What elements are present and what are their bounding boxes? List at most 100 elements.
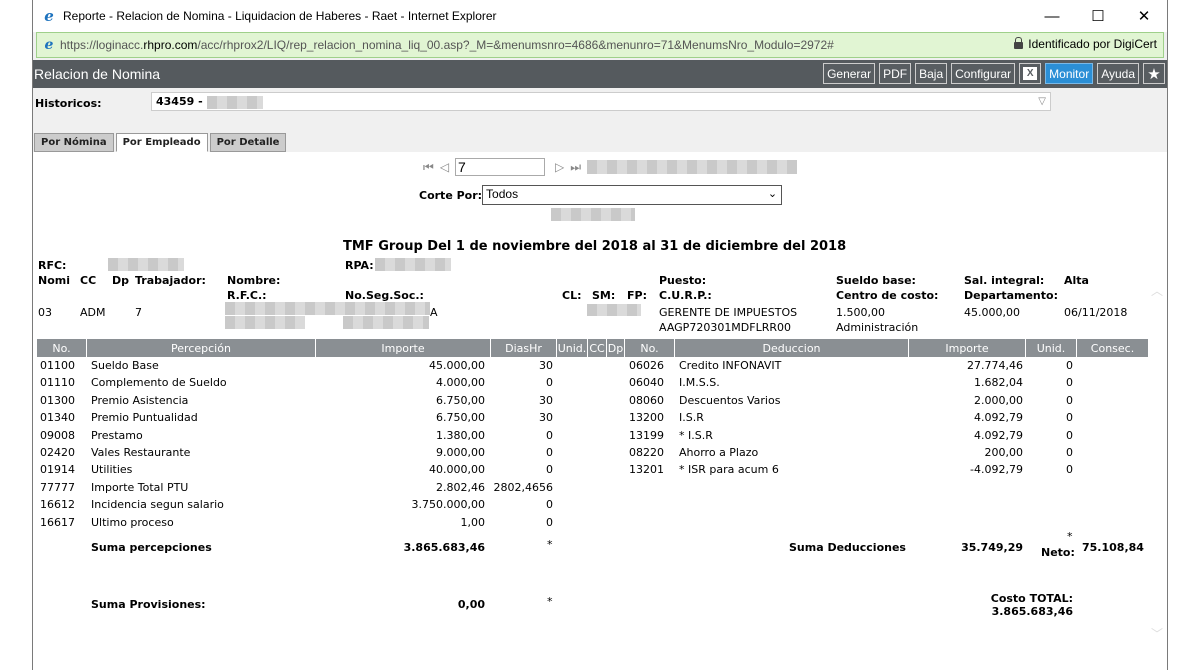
page-icon: e <box>44 37 54 53</box>
emp-cc: ADM <box>80 306 106 319</box>
col-cc: CC <box>588 339 607 357</box>
nomi-label: Nomi <box>38 274 70 287</box>
pager: ⏮ ◁ ▷ ⏭ <box>423 158 798 176</box>
percepcion-desc: Ultimo proceso <box>91 515 174 529</box>
redacted-text <box>225 316 305 329</box>
deduccion-no: 08060 <box>629 393 664 407</box>
percepcion-no: 01340 <box>40 411 75 425</box>
percepcion-desc: Premio Puntualidad <box>91 411 198 425</box>
first-page-icon[interactable]: ⏮ <box>423 160 434 175</box>
neto-value: 75.108,84 <box>1082 541 1144 554</box>
corte-label: Corte Por: <box>419 188 483 202</box>
redacted-text <box>551 208 635 221</box>
page-number-input[interactable] <box>455 158 546 176</box>
deduccion-desc: * ISR para acum 6 <box>679 463 779 477</box>
url-prefix: https://loginacc. <box>60 38 144 52</box>
scroll-down-icon[interactable]: ﹀ <box>1151 625 1163 642</box>
emp-puesto: GERENTE DE IMPUESTOS <box>659 306 798 319</box>
trabajador-label: Trabajador: <box>135 274 206 287</box>
close-button[interactable]: ✕ <box>1121 0 1167 32</box>
pdf-button[interactable]: PDF <box>879 63 912 84</box>
redacted-text <box>108 258 184 271</box>
deduccion-importe: 2.000,00 <box>974 393 1023 407</box>
url-path: /acc/rhprox2/LIQ/rep_relacion_nomina_liq… <box>197 38 834 52</box>
percepcion-desc: Premio Asistencia <box>91 393 189 407</box>
percepcion-importe: 40.000,00 <box>429 463 485 477</box>
percepcion-no: 16617 <box>40 515 75 529</box>
percepcion-importe: 1.380,00 <box>436 428 485 442</box>
percepcion-desc: Importe Total PTU <box>91 480 189 494</box>
percepcion-importe: 4.000,00 <box>436 376 485 390</box>
security-indicator[interactable]: Identificado por DigiCert <box>1014 37 1157 51</box>
deduccion-unid: 0 <box>1066 428 1073 442</box>
deduccion-desc: I.S.R <box>679 411 704 425</box>
percepcion-dias: 0 <box>546 515 553 529</box>
report-title: TMF Group Del 1 de noviembre del 2018 al… <box>343 239 847 254</box>
configurar-button[interactable]: Configurar <box>951 63 1016 84</box>
excel-button[interactable]: X <box>1019 63 1042 84</box>
last-page-icon[interactable]: ⏭ <box>570 160 581 175</box>
dp-label: Dp <box>112 274 130 287</box>
historicos-label: Historicos: <box>35 97 102 110</box>
tab-por-detalle[interactable]: Por Detalle <box>209 133 287 152</box>
suma-percepciones-label: Suma percepciones <box>91 541 212 554</box>
redacted-text <box>343 316 429 329</box>
percepcion-no: 09008 <box>40 428 75 442</box>
corte-value: Todos <box>486 187 519 201</box>
percepcion-dias: 0 <box>546 428 553 442</box>
grid-header: No. Percepción Importe DiasHr Unid. CC D… <box>37 339 1148 357</box>
url-text[interactable]: https://loginacc.rhpro.com/acc/rhprox2/L… <box>60 38 834 52</box>
corte-select[interactable]: Todos ⌄ <box>482 185 783 205</box>
deduccion-desc: Descuentos Varios <box>679 393 781 407</box>
percepcion-importe: 1,00 <box>460 515 486 529</box>
col-unid-ded: Unid. <box>1026 339 1077 357</box>
emp-nss-suffix: A <box>430 306 438 319</box>
percepcion-desc: Complemento de Sueldo <box>91 376 227 390</box>
excel-icon: X <box>1023 67 1038 80</box>
deduccion-no: 13201 <box>629 463 664 477</box>
baja-button[interactable]: Baja <box>915 63 948 84</box>
col-importe-ded: Importe <box>909 339 1026 357</box>
address-bar[interactable]: e https://loginacc.rhpro.com/acc/rhprox2… <box>36 32 1164 58</box>
tab-por-nomina[interactable]: Por Nómina <box>34 133 114 152</box>
noseg-label: No.Seg.Soc.: <box>345 289 424 302</box>
deduccion-desc: I.M.S.S. <box>679 376 720 390</box>
scroll-up-icon[interactable]: ︿ <box>1151 282 1163 299</box>
suma-deducciones-value: 35.749,29 <box>961 541 1023 554</box>
monitor-button[interactable]: Monitor <box>1045 63 1094 84</box>
col-importe: Importe <box>316 339 491 357</box>
deduccion-importe: 1.682,04 <box>974 376 1023 390</box>
suma-percepciones-star: * <box>547 538 553 551</box>
generar-button[interactable]: Generar <box>823 63 876 84</box>
next-page-icon[interactable]: ▷ <box>555 160 564 174</box>
ayuda-button[interactable]: Ayuda <box>1097 63 1139 84</box>
favorite-star-icon[interactable]: ★ <box>1143 63 1165 84</box>
toolbar: Generar PDF Baja Configurar X Monitor Ay… <box>823 63 1165 84</box>
prev-page-icon[interactable]: ◁ <box>440 160 449 174</box>
historicos-select[interactable]: 43459 - ▽ <box>151 92 1051 111</box>
deduccion-unid: 0 <box>1066 463 1073 477</box>
emp-sueldo: 1.500,00 <box>836 306 885 319</box>
sal-integral-label: Sal. integral: <box>964 274 1045 287</box>
col-unid: Unid. <box>557 339 588 357</box>
maximize-button[interactable]: ☐ <box>1075 0 1121 32</box>
costo-total-label: Costo TOTAL: <box>990 592 1073 605</box>
percepcion-no: 01914 <box>40 463 75 477</box>
deduccion-no: 13200 <box>629 411 664 425</box>
col-consec: Consec. <box>1077 339 1148 357</box>
col-no-ded: No. <box>625 339 675 357</box>
costo-total-value: 3.865.683,46 <box>991 605 1073 618</box>
internet-explorer-icon: e <box>44 7 54 25</box>
app-header: Relacion de Nomina Generar PDF Baja Conf… <box>33 60 1167 88</box>
deduccion-desc: Credito INFONAVIT <box>679 359 782 372</box>
window-title: Reporte - Relacion de Nomina - Liquidaci… <box>63 9 497 23</box>
alta-label: Alta <box>1064 274 1089 287</box>
col-deduccion: Deduccion <box>675 339 909 357</box>
redacted-text <box>225 302 430 315</box>
percepcion-desc: Sueldo Base <box>91 359 159 372</box>
deduccion-desc: * I.S.R <box>679 428 713 442</box>
tab-por-empleado[interactable]: Por Empleado <box>115 133 208 152</box>
percepcion-dias: 0 <box>546 376 553 390</box>
minimize-button[interactable]: — <box>1029 0 1075 32</box>
percepcion-desc: Utilities <box>91 463 133 477</box>
